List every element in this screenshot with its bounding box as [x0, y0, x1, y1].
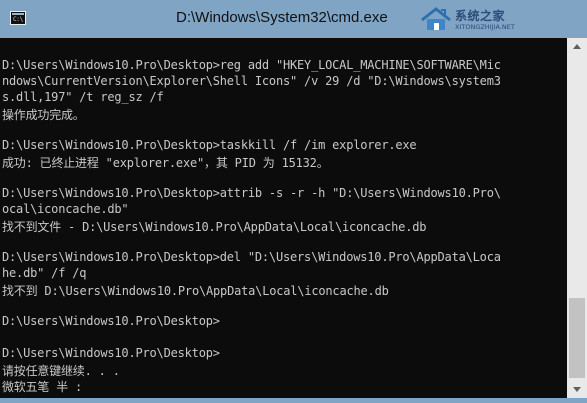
scroll-thumb[interactable] — [569, 298, 585, 378]
console-line: ndows\CurrentVersion\Explorer\Shell Icon… — [2, 74, 501, 88]
console-line: 找不到 D:\Users\Windows10.Pro\AppData\Local… — [2, 284, 389, 298]
console-line: D:\Users\Windows10.Pro\Desktop>attrib -s… — [2, 186, 501, 200]
console-line: D:\Users\Windows10.Pro\Desktop>taskkill … — [2, 138, 417, 152]
watermark-url: XITONGZHIJIA.NET — [455, 23, 515, 31]
console-line: D:\Users\Windows10.Pro\Desktop>del "D:\U… — [2, 250, 501, 264]
console-line: s.dll,197" /t reg_sz /f — [2, 90, 164, 104]
title-bar[interactable]: C:\ D:\Windows\System32\cmd.exe 系统之家 XIT… — [0, 0, 587, 38]
console-icon-text: C:\ — [13, 16, 23, 23]
console-line: 成功: 已终止进程 "explorer.exe"，其 PID 为 15132。 — [2, 156, 329, 170]
window-bottom-border — [0, 398, 587, 403]
watermark: 系统之家 XITONGZHIJIA.NET — [419, 4, 531, 34]
watermark-name: 系统之家 — [455, 9, 506, 23]
console-line: he.db" /f /q — [2, 266, 87, 280]
console-line: D:\Users\Windows10.Pro\Desktop>reg add "… — [2, 58, 501, 72]
ime-status-line: 微软五笔 半 : — [2, 380, 83, 394]
vertical-scrollbar[interactable] — [567, 38, 587, 398]
arrow-up-icon — [573, 44, 581, 49]
console-line: D:\Users\Windows10.Pro\Desktop> — [2, 314, 220, 328]
house-logo-icon — [421, 7, 451, 30]
console-line: 找不到文件 - D:\Users\Windows10.Pro\AppData\L… — [2, 220, 427, 234]
arrow-down-icon — [573, 387, 581, 392]
console-output[interactable]: D:\Users\Windows10.Pro\Desktop>reg add "… — [0, 38, 567, 398]
scroll-up-button[interactable] — [567, 38, 587, 55]
console-line: 操作成功完成。 — [2, 108, 85, 122]
scroll-down-button[interactable] — [567, 381, 587, 398]
console-line: ocal\iconcache.db" — [2, 202, 129, 216]
cmd-window: C:\ D:\Windows\System32\cmd.exe 系统之家 XIT… — [0, 0, 587, 403]
console-line: 请按任意键继续. . . — [2, 364, 120, 378]
console-line: D:\Users\Windows10.Pro\Desktop> — [2, 346, 220, 360]
window-title: D:\Windows\System32\cmd.exe — [176, 9, 388, 26]
console-icon[interactable]: C:\ — [10, 11, 26, 25]
console-lines: D:\Users\Windows10.Pro\Desktop>reg add "… — [2, 42, 501, 394]
